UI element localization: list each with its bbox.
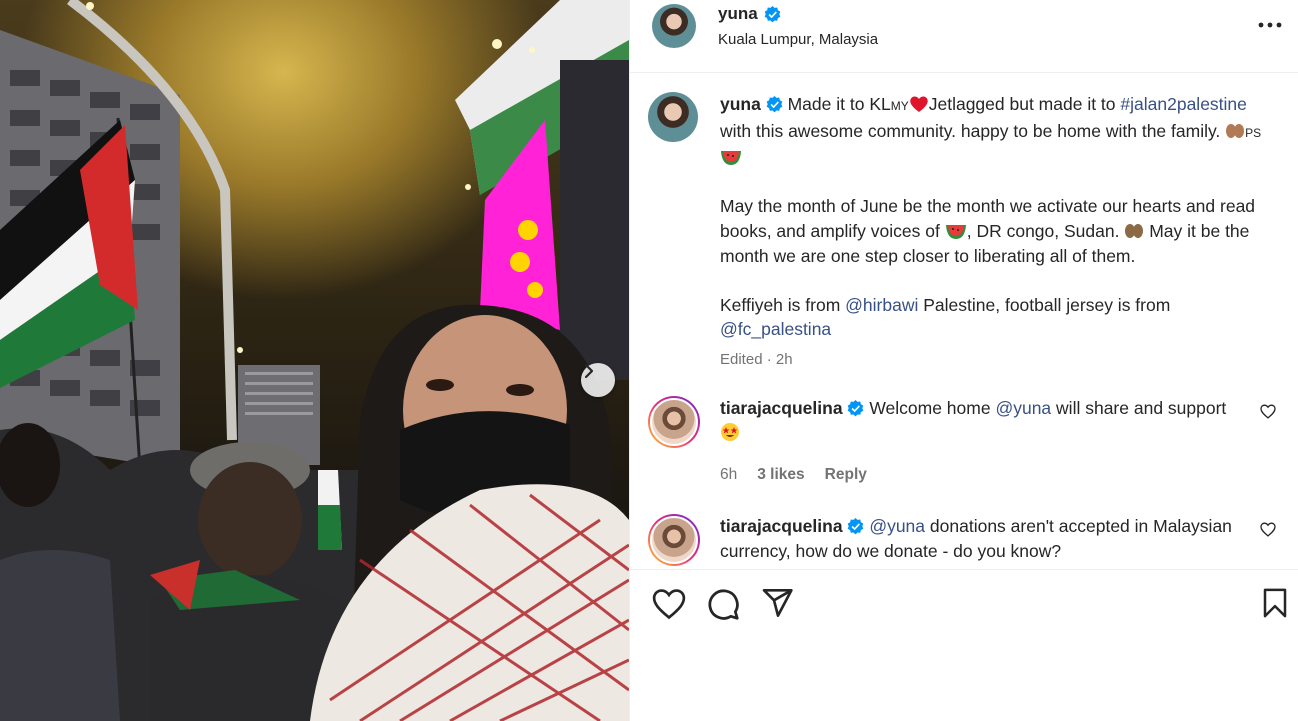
caption-time[interactable]: 2h (776, 351, 793, 368)
rally-scene-illustration (0, 0, 629, 721)
comment-time[interactable]: 6h (720, 466, 737, 484)
caption-text: home with the family. (1057, 120, 1221, 141)
edited-label: Edited (720, 350, 763, 368)
mention-link[interactable]: @yuna (869, 516, 925, 536)
comment-like-button[interactable] (1260, 522, 1276, 542)
share-icon (762, 589, 793, 618)
caption-meta: Edited · 2h (720, 350, 793, 368)
verified-badge-icon (848, 518, 864, 535)
comment-icon (708, 589, 739, 620)
caption-username[interactable]: yuna (720, 94, 761, 114)
hands-emoji-icon (1125, 223, 1144, 238)
comments-scroll-area[interactable]: yuna Made it to KLMY Jetlagged but made i… (630, 74, 1298, 569)
author-username-row: yuna (718, 4, 781, 24)
author-username[interactable]: yuna (718, 4, 758, 24)
heart-icon (1260, 404, 1276, 419)
palestine-flag-emoji: PS (1245, 125, 1262, 140)
comment-text: Welcome home (869, 398, 991, 418)
post-header: yuna Kuala Lumpur, Malaysia (630, 0, 1298, 73)
author-avatar[interactable] (652, 4, 696, 48)
comment-body: tiarajacquelina Welcome home @yuna will … (720, 396, 1240, 446)
caption-body: yuna Made it to KLMY Jetlagged but made i… (720, 92, 1280, 373)
verified-badge-icon (766, 96, 783, 113)
comment-body: tiarajacquelina @yuna donations aren't a… (720, 514, 1240, 564)
heart-icon (652, 589, 686, 620)
caption-paragraph-3b: Palestine, football jersey is from (923, 294, 1171, 315)
mention-link[interactable]: @yuna (995, 398, 1051, 418)
verified-badge-icon (764, 5, 781, 22)
commenter-avatar[interactable] (648, 396, 700, 448)
chevron-right-icon (584, 363, 594, 379)
red-heart-emoji-icon (910, 96, 928, 112)
more-options-button[interactable] (1255, 14, 1285, 36)
post-action-bar (630, 569, 1298, 639)
reply-button[interactable]: Reply (825, 466, 867, 484)
caption-text: with this awesome community. happy to be (720, 120, 1053, 141)
post-details-panel: yuna Kuala Lumpur, Malaysia yuna Made it… (629, 0, 1298, 721)
post-location[interactable]: Kuala Lumpur, Malaysia (718, 31, 878, 48)
bookmark-icon (1263, 588, 1287, 618)
malaysia-flag-emoji: MY (890, 99, 909, 113)
comment-like-button[interactable] (1260, 404, 1276, 424)
watermelon-emoji-icon (721, 151, 741, 166)
watermelon-emoji-icon (945, 224, 966, 239)
commenter-username[interactable]: tiarajacquelina (720, 398, 843, 418)
comment-likes[interactable]: 3 likes (757, 466, 804, 484)
caption-paragraph-2b: , DR congo, Sudan. (966, 220, 1120, 241)
save-button[interactable] (1262, 588, 1288, 623)
commenter-avatar[interactable] (648, 514, 700, 566)
commenter-username[interactable]: tiarajacquelina (720, 516, 843, 536)
next-photo-button[interactable] (581, 363, 615, 397)
more-options-icon (1258, 22, 1282, 28)
comment-button[interactable] (707, 588, 740, 626)
star-struck-emoji-icon (721, 423, 739, 441)
caption-paragraph-3: Keffiyeh is from (720, 294, 841, 315)
like-button[interactable] (652, 588, 686, 625)
mention-link[interactable]: @hirbawi (845, 295, 918, 315)
post-photo[interactable] (0, 0, 629, 721)
heart-icon (1260, 522, 1276, 537)
caption-avatar[interactable] (648, 92, 698, 142)
caption-text: Made it to KL (787, 94, 891, 114)
comment-text: will share and support (1056, 398, 1227, 418)
mention-link[interactable]: @fc_palestina (720, 319, 831, 339)
caption-text: Jetlagged but made it to (928, 94, 1116, 114)
share-button[interactable] (762, 588, 794, 623)
comment-meta: 6h 3 likes Reply (720, 466, 867, 484)
verified-badge-icon (848, 400, 864, 417)
hands-emoji-icon (1226, 123, 1245, 138)
hashtag-link[interactable]: #jalan2palestine (1120, 94, 1247, 114)
